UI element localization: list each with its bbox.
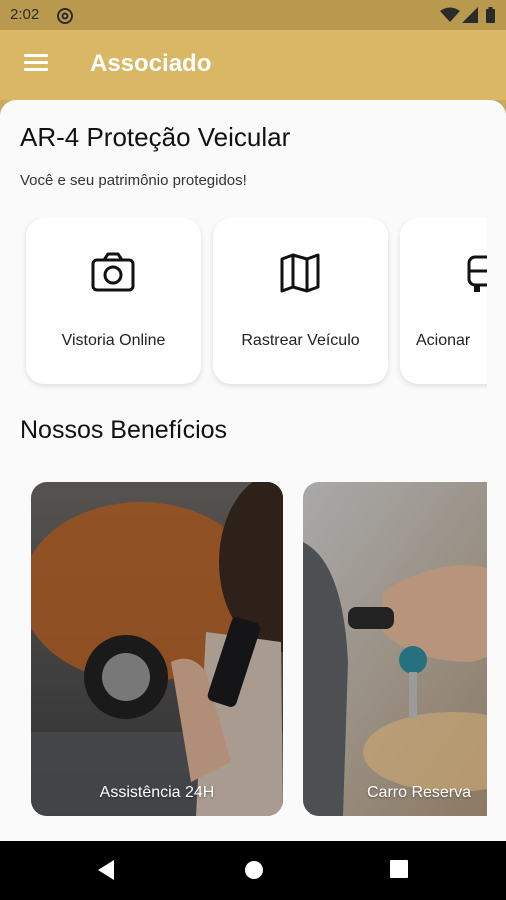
benefits-row[interactable]: Assistência 24H Carro Reserva [0,482,487,818]
main-content: AR-4 Proteção Veicular Você e seu patrim… [0,100,506,841]
wifi-icon [440,7,460,22]
assistencia-24h-card[interactable]: Assistência 24H [31,482,283,816]
back-icon[interactable] [96,859,116,881]
carro-reserva-photo [303,482,487,816]
status-bar: 2:02 [0,0,506,30]
status-time: 2:02 [10,6,40,23]
rastrear-veiculo-card[interactable]: Rastrear Veículo [213,218,388,384]
vistoria-online-label: Vistoria Online [61,332,166,349]
recents-icon[interactable] [389,859,409,879]
assistencia-24h-photo [31,482,283,816]
car-icon [467,255,487,292]
carro-reserva-card[interactable]: Carro Reserva [303,482,487,816]
carro-reserva-label: Carro Reserva [367,784,472,801]
assistencia-24h-label: Assistência 24H [99,784,215,801]
page-subtitle: Você e seu patrimônio protegidos! [20,172,247,189]
rastrear-veiculo-label: Rastrear Veículo [241,332,360,349]
page-title: AR-4 Proteção Veicular [20,122,291,152]
map-icon [280,253,320,293]
home-icon[interactable] [243,859,265,881]
hamburger-menu-icon[interactable] [24,54,48,74]
at-sign-icon [57,8,73,24]
camera-icon [91,252,135,292]
quick-actions-row[interactable]: Vistoria Online Rastrear Veículo Acionar [0,218,487,390]
signal-icon [462,7,478,23]
benefits-title: Nossos Benefícios [20,416,228,444]
navigation-bar [0,841,506,900]
acionar-label: Acionar [416,332,471,349]
acionar-card[interactable]: Acionar [400,218,487,384]
app-bar-title: Associado [90,50,212,77]
battery-icon [486,7,495,23]
app-bar: Associado [0,30,506,100]
vistoria-online-card[interactable]: Vistoria Online [26,218,201,384]
